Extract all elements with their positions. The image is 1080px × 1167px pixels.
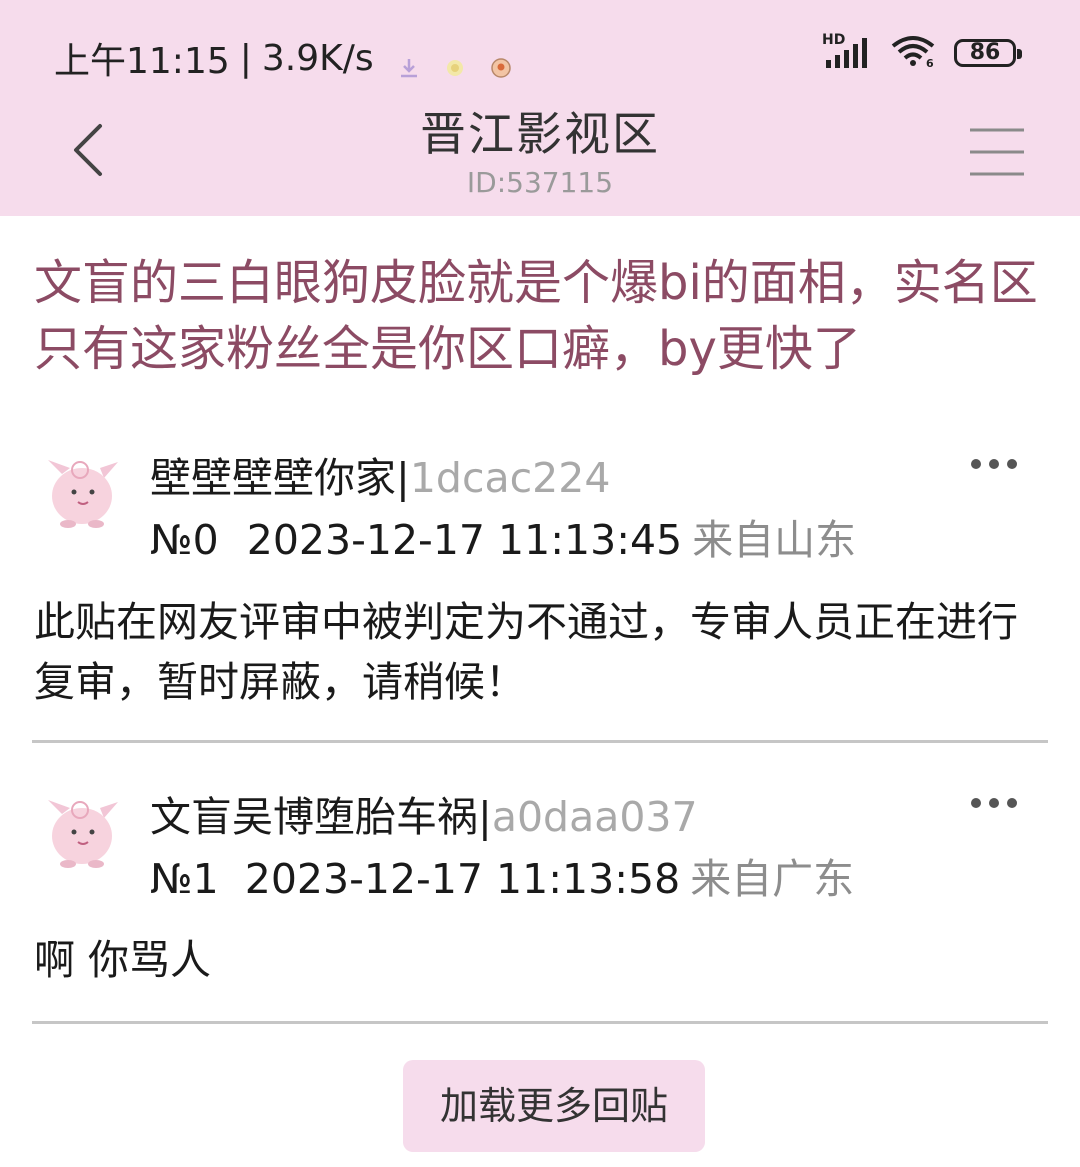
divider	[32, 1021, 1048, 1024]
download-notification-icon	[398, 47, 420, 78]
username-separator: |	[478, 793, 492, 841]
more-options-button[interactable]	[968, 795, 1020, 811]
more-dots-icon	[971, 459, 1017, 469]
app-notification-icon-2	[490, 47, 512, 78]
post-location: 来自广东	[690, 855, 855, 903]
post-meta: №1 2023-12-17 11:13:58 来自广东	[150, 845, 854, 905]
post-datetime: 2023-12-17 11:13:45	[246, 516, 683, 564]
thread-title: 文盲的三白眼狗皮脸就是个爆bi的面相，实名区只有这家粉丝全是你区口癖，by更快了	[34, 255, 1038, 377]
post-datetime: 2023-12-17 11:13:58	[244, 855, 681, 903]
post-username[interactable]: 壁壁壁壁你家|1dcac224	[150, 444, 610, 504]
pink-creature-avatar-icon	[48, 460, 118, 528]
forum-id: ID:537115	[466, 166, 614, 199]
user-id: a0daa037	[491, 793, 698, 841]
divider	[32, 740, 1048, 743]
app-notification-icon	[444, 47, 466, 76]
svg-text:6: 6	[926, 57, 934, 68]
floor-number: №1	[150, 855, 219, 903]
post-username[interactable]: 文盲吴博堕胎车祸|a0daa037	[150, 783, 698, 843]
status-separator: |	[239, 37, 252, 79]
floor-number: №0	[150, 516, 219, 564]
post-content: 此贴在网友评审中被判定为不通过，专审人员正在进行复审，暂时屏蔽，请稍候！	[34, 598, 1018, 706]
username-text: 壁壁壁壁你家	[150, 454, 396, 502]
signal-icon: HD	[822, 32, 872, 70]
menu-button[interactable]	[968, 124, 1028, 180]
network-speed: 3.9K/s	[261, 37, 374, 79]
username-text: 文盲吴博堕胎车祸	[150, 793, 478, 841]
avatar[interactable]	[38, 786, 124, 872]
top-bar: 上午11:15 | 3.9K/s HD 6 86 晋江影视区 ID:537115	[0, 0, 1080, 216]
status-bar-left: 上午11:15 | 3.9K/s	[54, 32, 512, 84]
post-meta: №0 2023-12-17 11:13:45 来自山东	[150, 506, 856, 566]
wifi-icon: 6	[890, 34, 936, 72]
load-more-replies-button[interactable]: 加载更多回贴	[403, 1060, 705, 1152]
username-separator: |	[396, 454, 410, 502]
user-id: 1dcac224	[409, 454, 611, 502]
battery-indicator: 86	[954, 39, 1022, 67]
post-location: 来自山东	[692, 516, 857, 564]
avatar[interactable]	[38, 446, 124, 532]
more-options-button[interactable]	[968, 456, 1020, 472]
pink-creature-avatar-icon	[48, 800, 118, 868]
status-time: 上午11:15	[54, 41, 230, 82]
hamburger-menu-icon	[970, 128, 1024, 176]
status-bar-right: HD 6 86	[822, 32, 1022, 72]
post-content: 啊 你骂人	[34, 936, 212, 984]
forum-title: 晋江影视区	[420, 107, 660, 161]
more-dots-icon	[971, 798, 1017, 808]
